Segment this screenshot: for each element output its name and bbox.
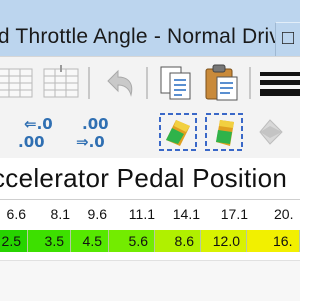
table-grid-icon xyxy=(0,68,33,98)
column-header: 11.1 xyxy=(128,206,155,222)
paste-icon xyxy=(205,64,238,101)
table-cell[interactable]: 5.6 xyxy=(109,230,155,252)
surface-3d-disabled-button[interactable] xyxy=(250,112,290,152)
table-empty-area xyxy=(0,260,300,301)
undo-button[interactable] xyxy=(98,63,138,103)
surface-3d-rotate-icon xyxy=(205,113,243,151)
table-cell[interactable]: 3.5 xyxy=(28,230,71,252)
decrease-decimals-top: ⇐.0 xyxy=(24,115,53,133)
decrease-decimals-button[interactable]: ⇐.0 .00 xyxy=(18,110,68,154)
table-cell[interactable]: 2.5 xyxy=(0,230,28,252)
window-title: ed Throttle Angle - Normal Driving xyxy=(0,25,300,48)
line-weight-icon xyxy=(260,72,300,96)
paste-button[interactable] xyxy=(202,63,242,103)
title-bar: ed Throttle Angle - Normal Driving □ xyxy=(0,0,300,56)
table-cell[interactable]: 12.0 xyxy=(201,230,247,252)
decrease-decimals-bottom: .00 xyxy=(18,133,45,151)
increase-decimals-bottom: ⇒.0 xyxy=(76,133,105,151)
surface-3d-rotate-button[interactable] xyxy=(204,112,244,152)
toolbar-separator xyxy=(146,67,148,99)
maximize-icon: □ xyxy=(282,27,295,49)
maximize-button[interactable]: □ xyxy=(275,22,300,56)
column-header: 9.6 xyxy=(87,206,107,222)
table-grid-button[interactable] xyxy=(0,63,36,103)
axis-heading: ccelerator Pedal Position xyxy=(0,163,288,193)
toolbar-format: ⇐.0 .00 .00 ⇒.0 xyxy=(0,108,300,158)
column-header: 8.1 xyxy=(50,206,70,222)
column-header: 14.1 xyxy=(172,206,200,222)
table-cell[interactable]: 16. xyxy=(247,230,300,252)
surface-3d-disabled-icon xyxy=(259,119,283,145)
column-header: 20. xyxy=(274,206,294,222)
line-weight-button[interactable] xyxy=(258,63,300,103)
copy-icon xyxy=(160,66,191,100)
increase-decimals-top: .00 xyxy=(82,115,109,133)
toolbar-separator xyxy=(88,67,90,99)
toolbar-main xyxy=(0,56,300,109)
column-header: 17.1 xyxy=(220,206,248,222)
column-header: 6.6 xyxy=(6,206,26,222)
table-grid-split-button[interactable] xyxy=(42,63,82,103)
table-grid-split-icon xyxy=(43,65,79,98)
table-cell[interactable]: 8.6 xyxy=(155,230,201,252)
increase-decimals-button[interactable]: .00 ⇒.0 xyxy=(76,110,126,154)
toolbar-separator xyxy=(249,67,251,99)
surface-3d-view-button[interactable] xyxy=(158,112,198,152)
copy-button[interactable] xyxy=(157,63,197,103)
table-cell[interactable]: 4.5 xyxy=(71,230,109,252)
surface-3d-icon xyxy=(159,113,197,151)
undo-icon xyxy=(107,69,133,97)
